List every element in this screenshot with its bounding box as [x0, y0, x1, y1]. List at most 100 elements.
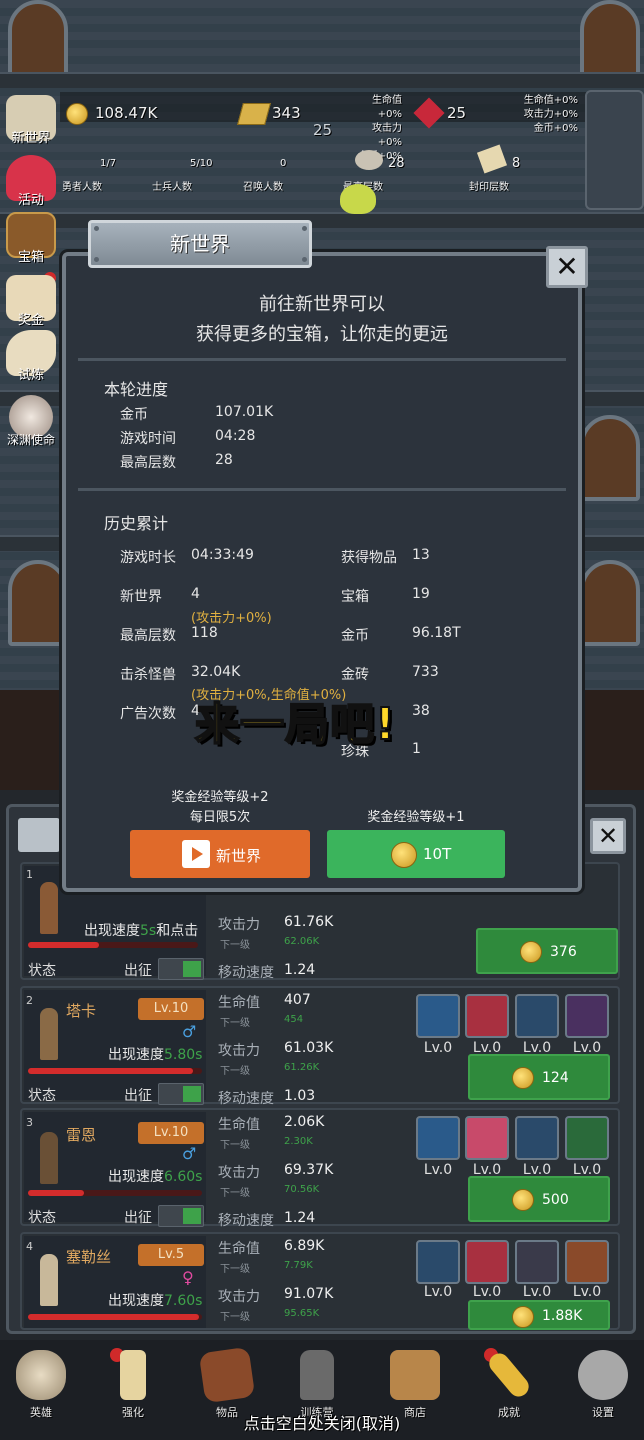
move-speed-value: 1.24	[284, 1210, 316, 1226]
boss-portrait[interactable]	[585, 90, 644, 210]
hero-hp-bar	[28, 1068, 202, 1074]
history-hidden-value: 38	[412, 703, 430, 719]
move-speed-label: 移动速度	[218, 965, 274, 981]
sword-skill-icon[interactable]	[416, 1116, 460, 1160]
hero-index: 2	[26, 994, 33, 1007]
beer-mug-icon	[390, 1350, 440, 1400]
male-icon: ♂	[182, 1022, 197, 1041]
play-banner: 来一局吧!	[194, 698, 397, 751]
atk-next-label: 下一级	[220, 1188, 250, 1199]
history-kills-value: 32.04K	[191, 664, 241, 680]
panel-close-button[interactable]: ✕	[590, 818, 626, 854]
move-speed-label: 移动速度	[218, 1091, 274, 1107]
rivet	[302, 257, 307, 262]
monster-skill-icon[interactable]	[465, 1240, 509, 1284]
boots-skill-icon[interactable]	[515, 1240, 559, 1284]
upgrade-price: 376	[550, 944, 577, 960]
dispatch-label: 出征	[124, 1210, 152, 1226]
hero-sprite	[40, 1132, 58, 1184]
history-newworld-note: (攻击力+0%)	[191, 611, 272, 626]
side-trial[interactable]: 试炼	[2, 330, 60, 383]
hp-next-value: 7.79K	[284, 1260, 313, 1271]
video-play-icon	[182, 840, 210, 868]
hammer-skill-icon[interactable]	[515, 994, 559, 1038]
ad-button-label: 新世界	[216, 847, 262, 865]
hammer-skill-icon[interactable]	[565, 994, 609, 1038]
upgrade-price: 124	[542, 1070, 569, 1086]
atk-label: 攻击力	[218, 1289, 260, 1305]
round-time-label: 游戏时间	[120, 431, 176, 447]
atk-value: 69.37K	[284, 1162, 334, 1178]
upgrade-button[interactable]: 500	[468, 1176, 610, 1222]
hero-name: 塔卡	[66, 1002, 97, 1020]
gold-coin-icon	[512, 1189, 534, 1211]
stat-bonus-atk: 攻击力+0%	[372, 123, 402, 148]
dialog-intro-line1: 前往新世界可以	[259, 294, 385, 315]
coin-button-label: 10T	[423, 845, 452, 863]
history-brick-value: 733	[412, 664, 439, 680]
axe-skill-icon[interactable]	[465, 994, 509, 1038]
upgrade-button[interactable]: 1.88K	[468, 1300, 610, 1330]
dungeon-door	[580, 560, 640, 646]
seal-floor: 8	[512, 156, 521, 171]
history-maxfloor-label: 最高层数	[120, 628, 176, 644]
upgrade-button[interactable]: 376	[476, 928, 618, 974]
hammer-skill-icon[interactable]	[515, 1116, 559, 1160]
atk-label: 攻击力	[218, 1043, 260, 1059]
floor-number: 25	[313, 121, 333, 139]
wood-skill-icon[interactable]	[565, 1240, 609, 1284]
watch-ad-new-world-button[interactable]: 新世界	[130, 830, 310, 878]
side-new-world[interactable]: 新世界	[2, 95, 60, 146]
panel-tab[interactable]	[18, 818, 60, 852]
female-icon: ♀	[182, 1268, 194, 1287]
atk-next-label: 下一级	[220, 1066, 250, 1077]
round-progress-title: 本轮进度	[104, 380, 169, 399]
hero-name: 雷恩	[66, 1126, 97, 1144]
side-label: 试炼	[17, 368, 44, 383]
dungeon-door	[8, 560, 68, 646]
side-event[interactable]: 活动	[2, 155, 60, 208]
atk-next-value: 61.26K	[284, 1062, 320, 1073]
sword-skill-icon[interactable]	[465, 1116, 509, 1160]
slime-monster	[340, 184, 376, 214]
axe-skill-icon[interactable]	[416, 994, 460, 1038]
brick-amount: 343	[272, 104, 301, 122]
dialog-close-button[interactable]: ✕	[546, 246, 588, 288]
dialog-intro-line2: 获得更多的宝箱，让你走的更远	[196, 324, 448, 345]
atk-value: 91.07K	[284, 1286, 334, 1302]
skill-level: Lv.0	[423, 1162, 453, 1178]
leaf-skill-icon[interactable]	[565, 1116, 609, 1160]
hp-label: 生命值	[218, 1117, 260, 1133]
dispatch-toggle[interactable]	[158, 1083, 204, 1105]
soldier-count: 5/10	[190, 158, 213, 169]
side-chest[interactable]: 宝箱	[2, 212, 60, 265]
hero-hp-bar	[28, 1314, 202, 1320]
hp-next-label: 下一级	[220, 1264, 250, 1275]
side-bonus[interactable]: 奖金	[2, 275, 60, 328]
history-gold-value: 96.18T	[412, 625, 461, 641]
gold-coin-icon	[512, 1306, 534, 1328]
gold-coin-icon	[391, 842, 417, 868]
shield-skill-icon[interactable]	[416, 1240, 460, 1284]
upgrade-button[interactable]: 124	[468, 1054, 610, 1100]
dispatch-toggle[interactable]	[158, 1205, 204, 1227]
dispatch-toggle[interactable]	[158, 958, 204, 980]
side-abyss-mission[interactable]: 深渊使命	[0, 395, 62, 448]
coin-new-world-button[interactable]: 10T	[327, 830, 505, 878]
hero-index: 1	[26, 868, 33, 881]
dungeon-door	[580, 415, 640, 501]
history-playtime-value: 04:33:49	[191, 547, 254, 563]
history-ads-label: 广告次数	[120, 706, 176, 722]
skill-level: Lv.0	[423, 1284, 453, 1300]
hp-next-label: 下一级	[220, 1140, 250, 1151]
history-pearl-value: 1	[412, 741, 421, 757]
gear-icon	[578, 1350, 628, 1400]
hero-index: 4	[26, 1240, 33, 1253]
dialog-title: 新世界	[88, 220, 312, 268]
history-items-label: 获得物品	[341, 550, 397, 566]
atk-next-label: 下一级	[220, 1312, 250, 1323]
hp-next-value: 454	[284, 1014, 304, 1025]
skill-level: Lv.0	[572, 1284, 602, 1300]
ad-bonus-note: 奖金经验等级+2 每日限5次	[130, 788, 310, 828]
gold-amount: 108.47K	[95, 104, 158, 122]
